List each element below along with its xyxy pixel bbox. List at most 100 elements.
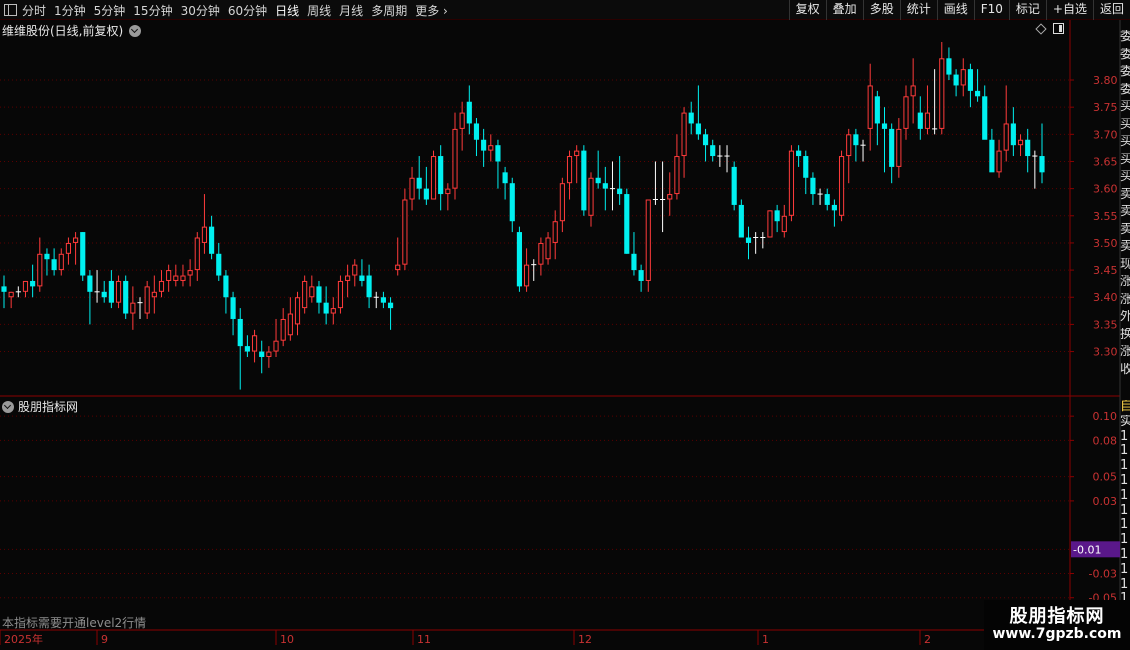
candle-body [209, 226, 215, 254]
candle-body [803, 156, 809, 178]
side-label: 买 [1120, 100, 1130, 114]
candle-body [216, 253, 222, 276]
indicator-tick-label: 0.03 [1093, 495, 1118, 508]
candle-body [22, 280, 29, 292]
candle-body [294, 297, 301, 325]
period-list: 分时 1分钟 5分钟 15分钟 30分钟 60分钟 日线 周线 月线 多周期 更多 › [4, 0, 456, 20]
side-value: 1 [1120, 459, 1129, 474]
side-label: 委 [1120, 47, 1130, 62]
candle-body [73, 237, 79, 243]
toolbar-button-8[interactable]: 返回 [1092, 0, 1130, 20]
toolbar-button-6[interactable]: 标记 [1008, 0, 1046, 20]
candle-body [488, 145, 494, 151]
time-axis: 2025年 9 10 11 12 1 2 [0, 630, 931, 646]
candle-body [481, 139, 487, 151]
candle-body [280, 318, 286, 341]
side-label: 卖 [1120, 222, 1130, 237]
quote-side-strip: 委委委委买买买买买卖卖卖卖现涨涨外换涨收自实111111111111111 [1120, 20, 1130, 650]
period-tab-7[interactable]: 周线 [307, 2, 331, 19]
candle-body [874, 96, 880, 124]
candle-body [788, 150, 795, 216]
candle-body [767, 210, 773, 238]
candle-body [846, 134, 852, 157]
period-tab-3[interactable]: 15分钟 [133, 2, 172, 19]
candle-body [1003, 123, 1009, 151]
price-tick-label: 3.30 [1093, 346, 1118, 359]
chevron-down-icon[interactable] [129, 24, 142, 37]
side-value: 1 [1120, 444, 1129, 459]
candle-body [982, 96, 988, 140]
candle-body [738, 204, 744, 238]
candle-body [445, 188, 451, 195]
panel-toggle-icon[interactable] [1053, 23, 1064, 34]
candle-body [173, 275, 179, 281]
candle-body [710, 145, 716, 157]
candle-body [796, 150, 802, 157]
period-tab-4[interactable]: 30分钟 [181, 2, 220, 19]
period-tab-5[interactable]: 60分钟 [228, 2, 267, 19]
candle-body [910, 85, 916, 97]
period-tab-10[interactable]: 更多 › [415, 2, 448, 19]
candle-body [180, 275, 186, 281]
candle-body [781, 215, 787, 233]
candle-body [395, 264, 401, 271]
time-tick-label: 2 [924, 633, 931, 646]
toolbar-buttons: 复权 叠加 多股 统计 画线 F10 标记 +自选 返回 [788, 0, 1130, 20]
kline-chart[interactable]: 3.30 3.35 3.40 3.45 3.50 3.55 3.60 3.65 3.70 3.75… [0, 0, 1130, 650]
candle-body [924, 112, 931, 129]
main-chart-tools [1035, 22, 1064, 35]
candle-body [1, 286, 7, 292]
period-tab-2[interactable]: 5分钟 [94, 2, 126, 19]
stock-title: 维维股份(日线,前复权) [2, 24, 124, 38]
diamond-icon[interactable] [1035, 22, 1047, 35]
toolbar-button-2[interactable]: 多股 [862, 0, 900, 20]
candle-body [309, 286, 315, 298]
side-label: 委 [1120, 65, 1130, 79]
candle-body [688, 112, 694, 124]
toolbar-button-7[interactable]: +自选 [1045, 0, 1093, 20]
candle-body [101, 291, 107, 298]
candle-body [989, 139, 995, 173]
time-tick-label: 1 [762, 633, 769, 646]
candle-body [8, 291, 14, 298]
side-value: 1 [1120, 488, 1129, 503]
panel-toggle-icon[interactable] [4, 4, 17, 16]
candle-body [302, 280, 308, 309]
period-tab-6[interactable]: 日线 [275, 2, 299, 19]
period-tab-8[interactable]: 月线 [339, 2, 363, 19]
indicator-tick-label: -0.03 [1089, 568, 1117, 581]
price-tick-label: 3.35 [1093, 318, 1118, 331]
indicator-axis: 0.100.080.050.03-0.03-0.05-0.01 [1070, 410, 1120, 605]
toolbar-button-0[interactable]: 复权 [788, 0, 826, 20]
price-tick-label: 3.60 [1093, 183, 1118, 196]
chevron-down-icon[interactable] [2, 400, 14, 413]
candle-body [430, 156, 437, 200]
watermark-url: www.7gpzb.com [992, 626, 1122, 642]
candle-body [108, 280, 114, 303]
toolbar-button-3[interactable]: 统计 [899, 0, 937, 20]
candle-body [731, 166, 737, 205]
period-tab-0[interactable]: 分时 [22, 2, 46, 19]
toolbar-button-1[interactable]: 叠加 [825, 0, 863, 20]
candle-body [65, 242, 72, 254]
candle-body [416, 177, 422, 189]
watermark-name: 股朋指标网 [1009, 606, 1105, 627]
toolbar-button-4[interactable]: 画线 [936, 0, 974, 20]
period-tab-9[interactable]: 多周期 [371, 2, 407, 19]
side-label: 换 [1120, 327, 1130, 342]
period-tab-1[interactable]: 1分钟 [54, 2, 86, 19]
price-tick-label: 3.50 [1093, 237, 1118, 250]
candle-body [330, 308, 336, 314]
toolbar-button-5[interactable]: F10 [973, 0, 1009, 20]
candle-body [166, 270, 172, 281]
candle-body [831, 204, 837, 211]
candle-body [896, 128, 902, 167]
candle-body [695, 123, 701, 135]
price-tick-label: 3.45 [1093, 264, 1118, 277]
candle-body [1039, 156, 1045, 173]
candle-body [509, 183, 515, 222]
candle-body [559, 183, 565, 222]
candle-body [953, 74, 959, 86]
watermark: 股朋指标网 www.7gpzb.com [984, 600, 1130, 650]
side-value: 自 [1120, 400, 1130, 414]
